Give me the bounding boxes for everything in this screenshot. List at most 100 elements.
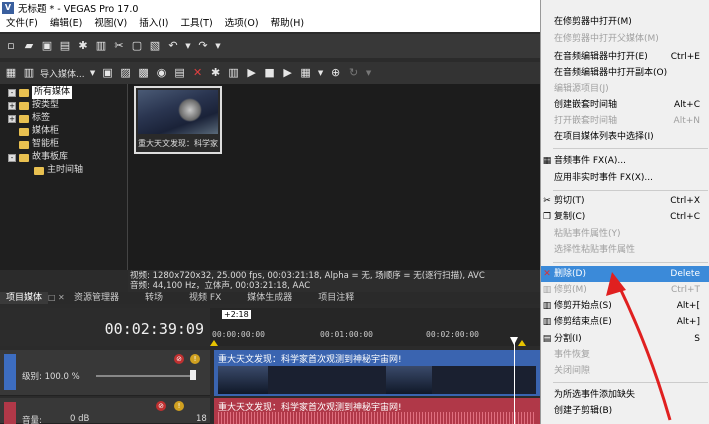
tab-media-generators[interactable]: 媒体生成器	[241, 292, 298, 304]
play-icon[interactable]: ▶	[244, 65, 260, 81]
tree-item-media-bins[interactable]: 媒体柜	[19, 125, 59, 138]
capture-icon[interactable]: ▣	[100, 65, 116, 81]
thumbnail-image	[138, 90, 218, 134]
import-media-button[interactable]: 导入媒体...	[38, 67, 87, 80]
menu-item-open-in-audio-editor[interactable]: 在音频编辑器中打开(E) Ctrl+E	[541, 49, 709, 65]
tree-item-storyboard-bin[interactable]: - 故事板库	[8, 151, 68, 164]
video-event[interactable]: 重大天文发现：科学家首次观测到神秘宇宙网!	[214, 350, 540, 396]
menu-item-open-copy-in-audio-editor[interactable]: 在音频编辑器中打开副本(O)	[541, 65, 709, 81]
media-fx-icon[interactable]: ✱	[208, 65, 224, 81]
menu-item-open-nested-timeline[interactable]: 打开嵌套时间轴 Alt+N	[541, 113, 709, 129]
menu-item-select-in-project-media[interactable]: 在项目媒体列表中选择(I)	[541, 129, 709, 145]
menu-item-trim-end[interactable]: ▥ 修剪结束点(E) Alt+]	[541, 314, 709, 330]
audio-event[interactable]: 重大天文发现：科学家首次观测到神秘宇宙网!	[214, 398, 540, 424]
mute-icon[interactable]: ⊘	[156, 401, 166, 411]
menu-tools[interactable]: 工具(T)	[174, 16, 218, 32]
expand-icon[interactable]: +	[8, 114, 16, 123]
undo-dropdown-icon[interactable]: ▼	[183, 38, 193, 54]
menu-item-split[interactable]: ▤ 分割(I) S	[541, 331, 709, 347]
menu-item-selectively-paste-attributes[interactable]: 选择性粘贴事件属性	[541, 242, 709, 258]
menu-view[interactable]: 视图(V)	[88, 16, 133, 32]
save-icon[interactable]: ▣	[39, 38, 55, 54]
import-media-icon[interactable]: ▥	[21, 65, 37, 81]
menu-item-copy[interactable]: ❐ 复制(C) Ctrl+C	[541, 209, 709, 225]
level-slider[interactable]	[96, 375, 196, 377]
audio-track-header[interactable]: 音量: 0 dB 18 ⊘ !	[0, 398, 210, 424]
menu-help[interactable]: 帮助(H)	[265, 16, 311, 32]
level-slider-knob[interactable]	[190, 370, 196, 380]
redo-dropdown-icon[interactable]: ▼	[213, 38, 223, 54]
view-toggle-icon[interactable]: ▦	[298, 65, 314, 81]
media-thumbnail[interactable]: 重大天文发现：科学家	[134, 86, 222, 154]
settings-icon[interactable]: ✱	[75, 38, 91, 54]
menu-item-edit-source-project[interactable]: 编辑源项目(J)	[541, 81, 709, 97]
expand-icon[interactable]: -	[8, 88, 16, 97]
menu-file[interactable]: 文件(F)	[0, 16, 44, 32]
remove-icon[interactable]: ✕	[190, 65, 206, 81]
menu-item-add-missing[interactable]: 为所选事件添加缺失	[541, 387, 709, 403]
tree-item-main-timeline[interactable]: 主时间轴	[34, 164, 83, 177]
tree-item-by-type[interactable]: + 按类型	[8, 99, 59, 112]
replace-icon[interactable]: ▤	[172, 65, 188, 81]
copy-icon[interactable]: ▢	[129, 38, 145, 54]
menu-options[interactable]: 选项(O)	[219, 16, 265, 32]
extract-audio-icon[interactable]: ▨	[118, 65, 134, 81]
views-icon[interactable]: ▦	[3, 65, 19, 81]
properties-icon[interactable]: ▥	[93, 38, 109, 54]
menu-item-open-parent-in-trimmer[interactable]: 在修剪器中打开父媒体(M)	[541, 31, 709, 47]
menu-item-close-gap[interactable]: 关闭间隙	[541, 363, 709, 379]
menu-item-delete[interactable]: ✕ 删除(D) Delete	[541, 266, 709, 282]
menu-item-paste-event-attributes[interactable]: 粘贴事件属性(Y)	[541, 226, 709, 242]
paste-icon[interactable]: ▧	[147, 38, 163, 54]
tree-item-smart-bins[interactable]: 智能柜	[19, 138, 59, 151]
tab-video-fx[interactable]: 视频 FX	[183, 292, 227, 304]
mute-icon[interactable]: ⊘	[174, 354, 184, 364]
autopreview-icon[interactable]: ▶	[280, 65, 296, 81]
redo-icon[interactable]: ↷	[195, 38, 211, 54]
tab-project-notes[interactable]: 项目注释	[312, 292, 360, 304]
loop-start-marker-icon[interactable]	[210, 340, 218, 346]
web-icon[interactable]: ◉	[154, 65, 170, 81]
menu-item-event-restore[interactable]: 事件恢复	[541, 347, 709, 363]
tab-float-icon[interactable]: □	[48, 292, 58, 304]
tab-close-icon[interactable]: ✕	[58, 292, 68, 304]
tab-explorer[interactable]: 资源管理器	[68, 292, 125, 304]
solo-icon[interactable]: !	[174, 401, 184, 411]
expand-icon[interactable]: +	[8, 101, 16, 110]
menu-item-audio-event-fx[interactable]: ▦ 音频事件 FX(A)...	[541, 153, 709, 169]
loop-end-marker-icon[interactable]	[518, 340, 526, 346]
tree-item-all-media[interactable]: - 所有媒体	[8, 86, 73, 99]
undo-icon[interactable]: ↶	[165, 38, 181, 54]
menu-item-trim[interactable]: ▥ 修剪(M) Ctrl+T	[541, 282, 709, 298]
search-icon[interactable]: ⊕	[328, 65, 344, 81]
refresh-dropdown-icon[interactable]: ▼	[364, 65, 374, 81]
menu-item-trim-start[interactable]: ▥ 修剪开始点(S) Alt+[	[541, 298, 709, 314]
menu-item-cut[interactable]: ✂ 剪切(T) Ctrl+X	[541, 193, 709, 209]
solo-icon[interactable]: !	[190, 354, 200, 364]
stop-icon[interactable]: ■	[262, 65, 278, 81]
vegas-logo-icon: V	[2, 2, 14, 14]
audio-info: 音频: 44,100 Hz，立体声, 00:03:21:18, AAC	[130, 281, 311, 291]
tree-item-tags[interactable]: + 标签	[8, 112, 50, 125]
cut-icon[interactable]: ✂	[111, 38, 127, 54]
tab-transitions[interactable]: 转场	[139, 292, 169, 304]
import-dropdown-icon[interactable]: ▼	[88, 65, 98, 81]
expand-icon[interactable]: -	[8, 153, 16, 162]
menu-item-create-subclip[interactable]: 创建子剪辑(B)	[541, 403, 709, 419]
menu-insert[interactable]: 插入(I)	[133, 16, 174, 32]
video-track-header[interactable]: 级别: 100.0 % ⊘ !	[0, 350, 210, 396]
new-file-icon[interactable]: ▫	[3, 38, 19, 54]
tab-project-media[interactable]: 项目媒体	[0, 292, 49, 304]
render-icon[interactable]: ▤	[57, 38, 73, 54]
playhead[interactable]	[514, 340, 515, 424]
open-folder-icon[interactable]: ▰	[21, 38, 37, 54]
menu-item-open-in-trimmer[interactable]: 在修剪器中打开(M)	[541, 14, 709, 30]
menu-item-apply-non-realtime-fx[interactable]: 应用非实时事件 FX(X)...	[541, 170, 709, 186]
media-properties-icon[interactable]: ▥	[226, 65, 242, 81]
refresh-icon[interactable]: ↻	[346, 65, 362, 81]
menu-edit[interactable]: 编辑(E)	[44, 16, 88, 32]
view-dropdown-icon[interactable]: ▼	[316, 65, 326, 81]
menu-item-create-nested-timeline[interactable]: 创建嵌套时间轴 Alt+C	[541, 97, 709, 113]
get-media-icon[interactable]: ▩	[136, 65, 152, 81]
timeline-ruler[interactable]: +2:18 00:00:00:00 00:01:00:00 00:02:00:0…	[210, 308, 540, 346]
